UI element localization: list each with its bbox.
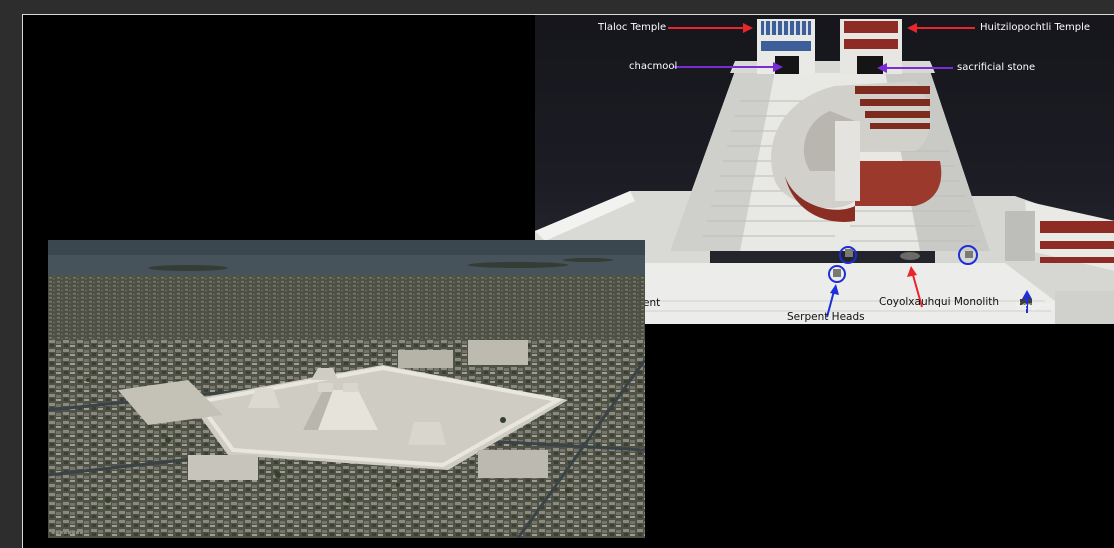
label-sacrificial-stone: sacrificial stone bbox=[957, 62, 1036, 73]
label-serpent-heads: Serpent Heads bbox=[787, 311, 865, 323]
label-huitzilopochtli-temple: Huitzilopochtli Temple bbox=[980, 22, 1091, 33]
arrow-icon bbox=[907, 23, 917, 33]
image-credit-watermark: ▪▪▪▪▪▪▪▪ bbox=[51, 529, 84, 536]
label-serpent-left: ent bbox=[643, 297, 661, 309]
label-coyolxauhqui-monolith: Coyolxauhqui Monolith bbox=[879, 296, 1000, 308]
arrow-icon bbox=[743, 23, 753, 33]
tenochtitlan-aerial-image: ▪▪▪▪▪▪▪▪ bbox=[48, 240, 645, 538]
label-serpent-right: Serpent bbox=[1015, 301, 1055, 312]
label-tlaloc-temple: Tlaloc Temple bbox=[598, 22, 667, 33]
label-chacmool: chacmool bbox=[629, 61, 678, 72]
city-drawing bbox=[48, 240, 645, 538]
presentation-slide: Tlaloc Temple Huitzilopochtli Temple cha… bbox=[22, 14, 1114, 548]
